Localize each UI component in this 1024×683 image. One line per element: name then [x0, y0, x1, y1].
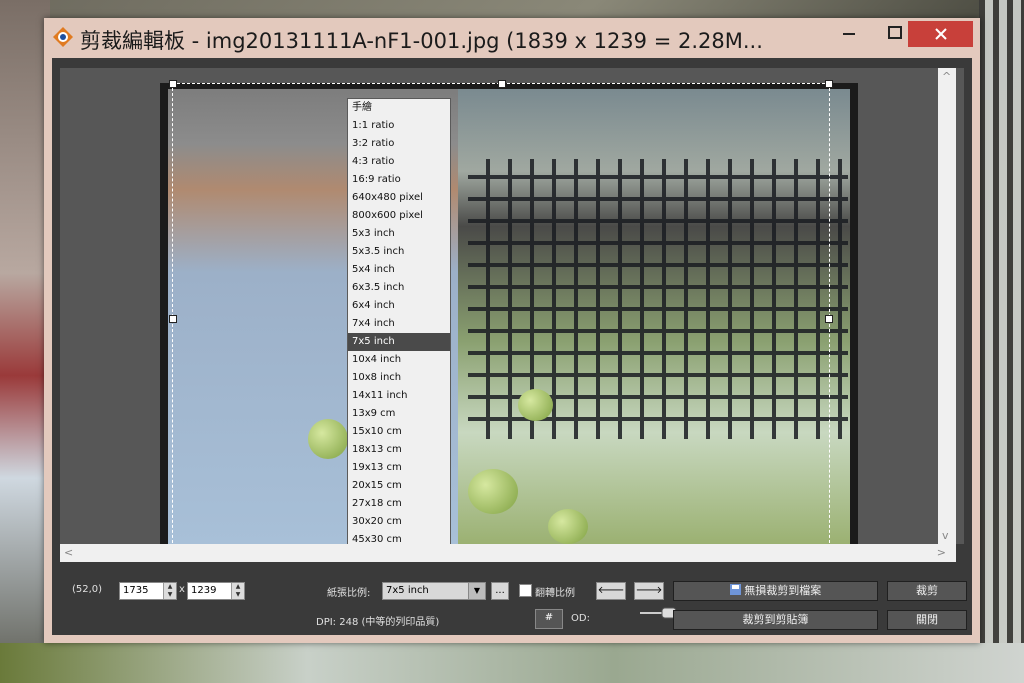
window-title: 剪裁編輯板 - img20131111A-nF1-001.jpg (1839 x… — [80, 29, 763, 53]
prev-image-button[interactable]: 🡐 — [596, 582, 626, 600]
vertical-scrollbar[interactable]: ^ v — [938, 68, 956, 544]
close-icon — [934, 28, 947, 40]
horizontal-scrollbar[interactable]: < > — [60, 544, 956, 562]
scroll-right-icon[interactable]: > — [937, 546, 946, 559]
ratio-option[interactable]: 3:2 ratio — [348, 135, 450, 153]
scroll-down-icon[interactable]: v — [942, 529, 949, 542]
ratio-option[interactable]: 13x9 cm — [348, 405, 450, 423]
title-bar[interactable]: 剪裁編輯板 - img20131111A-nF1-001.jpg (1839 x… — [44, 18, 980, 58]
bottom-toolbar: (52,0) 1735 ▲ ▼ x 1239 ▲ ▼ 紙張比例: 7x5 inch … — [52, 562, 972, 635]
next-image-button[interactable]: 🡒 — [634, 582, 664, 600]
lossless-crop-save-label: 無損裁剪到檔案 — [744, 584, 822, 597]
ratio-option[interactable]: 30x20 cm — [348, 513, 450, 531]
save-disk-icon — [729, 584, 741, 595]
close-button[interactable]: 關閉 — [887, 610, 967, 630]
ratio-option[interactable]: 7x5 inch — [348, 333, 450, 351]
background-photo-right — [979, 0, 1024, 683]
image-canvas[interactable]: 手繪 1:1 ratio 3:2 ratio 4:3 ratio 16:9 ratio 6… — [60, 68, 964, 585]
maximize-icon — [888, 26, 902, 39]
crop-editor-window: 剪裁編輯板 - img20131111A-nF1-001.jpg (1839 x… — [44, 18, 980, 643]
dpi-info: DPI: 248 (中等的列印品質) — [316, 617, 440, 628]
minimize-icon — [843, 33, 855, 35]
crop-width-value: 1735 — [123, 585, 149, 596]
ratio-option[interactable]: 5x4 inch — [348, 261, 450, 279]
ratio-option[interactable]: 5x3 inch — [348, 225, 450, 243]
left-arrow-icon: 🡐 — [597, 585, 625, 596]
crop-handle-tl[interactable] — [169, 80, 177, 88]
lossless-crop-save-button[interactable]: 無損裁剪到檔案 — [673, 581, 878, 601]
crop-height-field[interactable]: 1239 ▲ ▼ — [187, 582, 245, 600]
ratio-option[interactable]: 19x13 cm — [348, 459, 450, 477]
scroll-up-icon[interactable]: ^ — [942, 70, 951, 83]
crop-handle-tr[interactable] — [825, 80, 833, 88]
ratio-option[interactable]: 1:1 ratio — [348, 117, 450, 135]
grid-icon: # — [544, 612, 554, 623]
crop-ratio-dropdown-list[interactable]: 手繪 1:1 ratio 3:2 ratio 4:3 ratio 16:9 ratio 6… — [347, 98, 451, 585]
od-label: OD: — [571, 613, 590, 624]
ratio-option[interactable]: 18x13 cm — [348, 441, 450, 459]
ratio-option[interactable]: 14x11 inch — [348, 387, 450, 405]
cursor-coords: (52,0) — [72, 584, 103, 595]
grid-toggle-button[interactable]: # — [535, 609, 563, 629]
ratio-option[interactable]: 10x8 inch — [348, 369, 450, 387]
crop-width-field[interactable]: 1735 ▲ ▼ — [119, 582, 177, 600]
ratio-option[interactable]: 7x4 inch — [348, 315, 450, 333]
crop-selection[interactable] — [169, 80, 833, 556]
paper-ratio-value: 7x5 inch — [386, 585, 429, 596]
ratio-option[interactable]: 手繪 — [348, 99, 450, 117]
ratio-option[interactable]: 6x3.5 inch — [348, 279, 450, 297]
paper-ratio-select[interactable]: 7x5 inch ▼ — [382, 582, 486, 600]
crop-handle-tm[interactable] — [498, 80, 506, 88]
ratio-option[interactable]: 27x18 cm — [348, 495, 450, 513]
crop-height-value: 1239 — [191, 585, 217, 596]
scroll-left-icon[interactable]: < — [64, 546, 73, 559]
times-sign: x — [179, 584, 185, 595]
width-spinner[interactable]: ▲ ▼ — [163, 583, 176, 599]
crop-handle-mr[interactable] — [825, 315, 833, 323]
ratio-option[interactable]: 6x4 inch — [348, 297, 450, 315]
flip-ratio-label: 翻轉比例 — [535, 588, 575, 599]
editor-client-area: 手繪 1:1 ratio 3:2 ratio 4:3 ratio 16:9 ratio 6… — [52, 58, 972, 635]
crop-button[interactable]: 裁剪 — [887, 581, 967, 601]
minimize-button[interactable] — [826, 18, 872, 48]
crop-handle-ml[interactable] — [169, 315, 177, 323]
ratio-option[interactable]: 800x600 pixel — [348, 207, 450, 225]
background-photo-bottom — [0, 643, 1024, 683]
crop-to-clipboard-button[interactable]: 裁剪到剪貼簿 — [673, 610, 878, 630]
ratio-option[interactable]: 4:3 ratio — [348, 153, 450, 171]
ratio-option[interactable]: 16:9 ratio — [348, 171, 450, 189]
app-eye-icon — [53, 27, 73, 47]
background-photo-left — [0, 0, 50, 683]
more-ratio-button[interactable]: ... — [491, 582, 509, 600]
ratio-option[interactable]: 640x480 pixel — [348, 189, 450, 207]
height-spinner[interactable]: ▲ ▼ — [231, 583, 244, 599]
ratio-option[interactable]: 10x4 inch — [348, 351, 450, 369]
ratio-option[interactable]: 15x10 cm — [348, 423, 450, 441]
paper-ratio-label: 紙張比例: — [327, 588, 371, 599]
flip-ratio-checkbox[interactable] — [519, 584, 532, 597]
ratio-option[interactable]: 5x3.5 inch — [348, 243, 450, 261]
right-arrow-icon: 🡒 — [635, 585, 663, 596]
close-window-button[interactable] — [908, 21, 973, 47]
ratio-option[interactable]: 20x15 cm — [348, 477, 450, 495]
chevron-down-icon[interactable]: ▼ — [468, 583, 485, 599]
